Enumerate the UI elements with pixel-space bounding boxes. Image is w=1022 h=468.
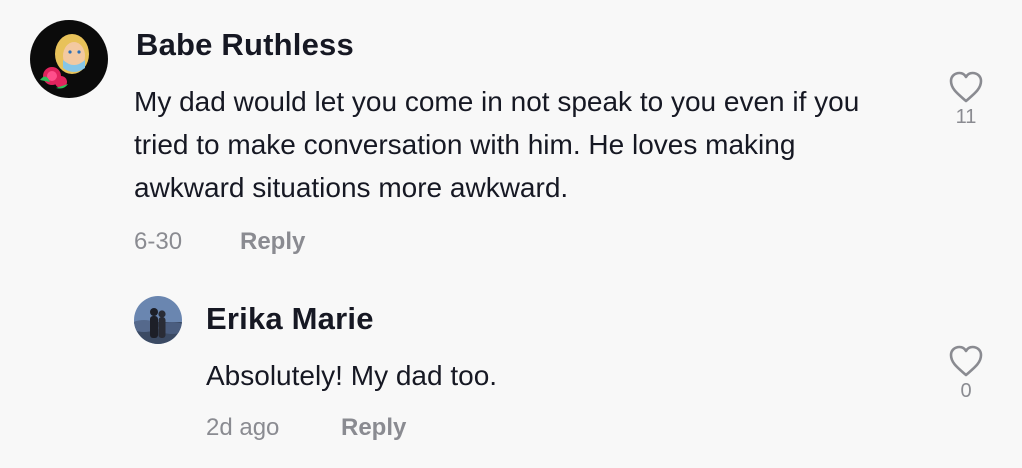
comment-username[interactable]: Babe Ruthless [136,27,354,63]
avatar-image [30,20,108,98]
comment-item: Babe Ruthless My dad would let you come … [0,0,1022,270]
like-button[interactable]: 0 [946,344,986,403]
avatar-image [134,296,182,344]
comment-username[interactable]: Erika Marie [206,301,374,337]
reply-button[interactable]: Reply [341,414,406,442]
reply-comment-item: Erika Marie Absolutely! My dad too. 2d a… [0,280,1022,468]
avatar[interactable] [30,20,108,98]
comment-text: Absolutely! My dad too. [206,360,498,391]
comment-date: 2d ago [206,414,280,441]
like-button[interactable]: 11 [946,70,986,129]
comment-text: My dad would let you come in not speak t… [134,86,860,203]
heart-outline-icon [949,345,983,377]
comment-date: 6-30 [134,228,183,255]
like-count: 0 [960,380,972,402]
like-count: 11 [955,106,977,128]
reply-button[interactable]: Reply [240,228,305,256]
heart-outline-icon [949,71,983,103]
avatar[interactable] [134,296,182,344]
